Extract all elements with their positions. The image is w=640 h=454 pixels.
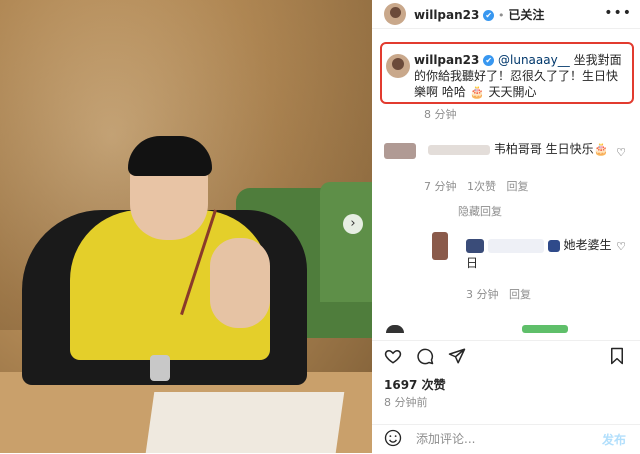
reply-meta: 3 分钟 回复 (466, 286, 531, 302)
header-info: willpan23 ✔ • 已关注 (414, 6, 544, 23)
add-comment-input[interactable] (414, 431, 588, 447)
caption-time: 8 分钟 (424, 108, 457, 121)
next-photo-button[interactable]: › (343, 214, 363, 234)
post-sidebar: willpan23 ✔ • 已关注 ••• willpan23 ✔ @lunaa… (372, 0, 640, 453)
cake-emoji-icon: 🎂 (469, 85, 485, 99)
heart-icon[interactable] (384, 347, 402, 370)
verified-badge-icon: ✔ (483, 10, 495, 21)
post-comment-button[interactable]: 发布 (602, 431, 626, 448)
comment-body: 韦柏哥哥 生日快乐🎂 (428, 140, 618, 158)
comment-like-count[interactable]: 1次赞 (467, 180, 496, 193)
more-options-icon[interactable]: ••• (604, 5, 632, 21)
instagram-post-view: › willpan23 ✔ • 已关注 ••• willpan23 ✔ @lun… (0, 0, 640, 453)
follow-status-button[interactable]: 已关注 (508, 8, 544, 22)
caption-verified-icon: ✔ (483, 55, 495, 66)
comment-username-blurred[interactable] (428, 144, 490, 155)
header-avatar[interactable] (384, 3, 406, 25)
next-comment-avatar-partial (386, 322, 404, 336)
post-photo[interactable]: › (0, 0, 372, 453)
next-comment-partial (522, 322, 568, 336)
comment-like-heart-icon[interactable]: ♡ (616, 146, 626, 159)
reply-reply-button[interactable]: 回复 (509, 288, 531, 301)
share-icon[interactable] (448, 347, 466, 370)
reply-username-blurred[interactable] (466, 238, 484, 253)
photo-paper (145, 392, 345, 453)
comment-meta: 7 分钟 1次赞 回复 (424, 178, 529, 194)
post-actions-bar (372, 340, 640, 371)
comment-reply-button[interactable]: 回复 (507, 180, 529, 193)
header-separator: • (498, 9, 505, 22)
comment-icon[interactable] (416, 347, 434, 370)
likes-count[interactable]: 1697 次赞 (384, 376, 446, 393)
reply-like-heart-icon[interactable]: ♡ (616, 240, 626, 253)
caption-mention-link[interactable]: @lunaaay__ (498, 53, 570, 67)
photo-person-hand (210, 238, 270, 328)
caption-username[interactable]: willpan23 (414, 53, 479, 67)
caption-text: willpan23 ✔ @lunaaay__ 坐我對面的你給我聽好了！忍很久了了… (414, 52, 626, 100)
posted-time: 8 分钟前 (384, 396, 428, 409)
post-header: willpan23 ✔ • 已关注 ••• (372, 0, 640, 29)
add-comment-bar: 发布 (372, 424, 640, 454)
emoji-icon[interactable] (384, 429, 402, 450)
photo-sofa-back (320, 182, 372, 302)
reply-body: 她老婆生日 (466, 236, 618, 272)
comment-text: 韦柏哥哥 生日快乐🎂 (493, 142, 609, 156)
reply-time: 3 分钟 (466, 288, 499, 301)
photo-person-hair (128, 136, 212, 176)
header-username[interactable]: willpan23 (414, 8, 479, 22)
comment-avatar-blurred[interactable] (384, 143, 416, 162)
caption-avatar[interactable] (386, 54, 410, 78)
bookmark-icon[interactable] (608, 347, 626, 370)
reply-avatar-blurred[interactable] (432, 232, 448, 263)
comment-time: 7 分钟 (424, 180, 457, 193)
photo-watch (150, 355, 170, 381)
hide-replies-button[interactable]: 隐藏回复 (458, 203, 502, 219)
caption-body-end: 天天開心 (488, 85, 537, 99)
